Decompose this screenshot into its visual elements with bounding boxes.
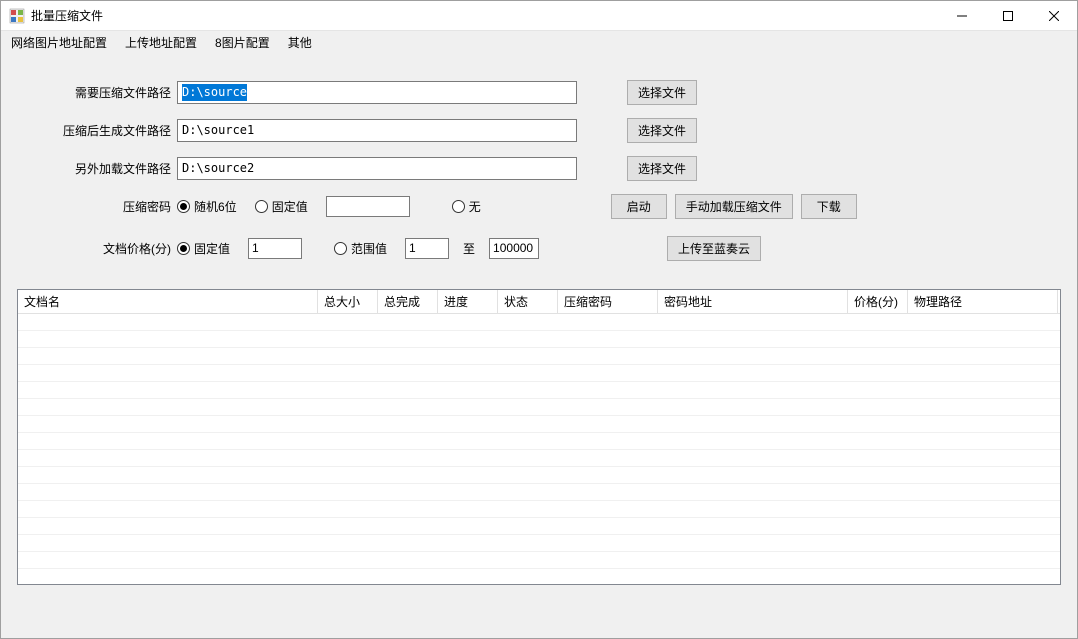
action-buttons-row2: 上传至蓝奏云 bbox=[667, 236, 761, 261]
price-range-from-input[interactable] bbox=[405, 238, 449, 259]
output-path-row: 压缩后生成文件路径 选择文件 bbox=[17, 117, 1061, 143]
password-random-option[interactable]: 随机6位 bbox=[177, 198, 237, 215]
column-header-progress[interactable]: 进度 bbox=[438, 290, 498, 313]
table-row bbox=[18, 416, 1060, 433]
source-path-label: 需要压缩文件路径 bbox=[17, 84, 177, 101]
window-title: 批量压缩文件 bbox=[31, 7, 103, 24]
extra-path-browse-button[interactable]: 选择文件 bbox=[627, 156, 697, 181]
menu-other[interactable]: 其他 bbox=[288, 31, 312, 55]
menu-upload-config[interactable]: 上传地址配置 bbox=[125, 31, 197, 55]
column-header-pwdaddr[interactable]: 密码地址 bbox=[658, 290, 848, 313]
radio-icon bbox=[255, 200, 268, 213]
start-button[interactable]: 启动 bbox=[611, 194, 667, 219]
output-path-input[interactable] bbox=[177, 119, 577, 142]
price-range-to-input[interactable] bbox=[489, 238, 539, 259]
price-range-to-label: 至 bbox=[463, 240, 475, 257]
upload-button[interactable]: 上传至蓝奏云 bbox=[667, 236, 761, 261]
price-range-option[interactable]: 范围值 bbox=[334, 240, 387, 257]
table-row bbox=[18, 433, 1060, 450]
table-row bbox=[18, 518, 1060, 535]
listview-header: 文档名总大小总完成进度状态压缩密码密码地址价格(分)物理路径 bbox=[18, 290, 1060, 314]
extra-path-label: 另外加载文件路径 bbox=[17, 160, 177, 177]
manual-load-button[interactable]: 手动加载压缩文件 bbox=[675, 194, 793, 219]
table-row bbox=[18, 314, 1060, 331]
output-path-browse-button[interactable]: 选择文件 bbox=[627, 118, 697, 143]
radio-icon bbox=[334, 242, 347, 255]
column-header-pwd[interactable]: 压缩密码 bbox=[558, 290, 658, 313]
download-button[interactable]: 下载 bbox=[801, 194, 857, 219]
price-radio-group: 固定值 范围值 至 bbox=[177, 238, 539, 259]
column-header-status[interactable]: 状态 bbox=[498, 290, 558, 313]
table-row bbox=[18, 450, 1060, 467]
column-header-name[interactable]: 文档名 bbox=[18, 290, 318, 313]
password-none-label: 无 bbox=[469, 198, 481, 215]
password-none-option[interactable]: 无 bbox=[452, 198, 481, 215]
menu-bar: 网络图片地址配置 上传地址配置 8图片配置 其他 bbox=[1, 31, 1077, 55]
price-fixed-input[interactable] bbox=[248, 238, 302, 259]
password-label: 压缩密码 bbox=[17, 198, 177, 215]
password-fixed-input[interactable] bbox=[326, 196, 410, 217]
close-button[interactable] bbox=[1031, 1, 1077, 31]
app-icon bbox=[9, 8, 25, 24]
output-path-label: 压缩后生成文件路径 bbox=[17, 122, 177, 139]
source-path-input[interactable]: D:\source bbox=[177, 81, 577, 104]
table-row bbox=[18, 501, 1060, 518]
form-area: 需要压缩文件路径 D:\source 选择文件 压缩后生成文件路径 选择文件 另… bbox=[1, 55, 1077, 283]
table-row bbox=[18, 535, 1060, 552]
minimize-button[interactable] bbox=[939, 1, 985, 31]
price-fixed-option[interactable]: 固定值 bbox=[177, 240, 230, 257]
listview-body bbox=[18, 314, 1060, 584]
table-row bbox=[18, 399, 1060, 416]
menu-network-image-config[interactable]: 网络图片地址配置 bbox=[11, 31, 107, 55]
table-row bbox=[18, 484, 1060, 501]
extra-path-input[interactable] bbox=[177, 157, 577, 180]
action-buttons-row1: 启动 手动加载压缩文件 下载 bbox=[611, 194, 857, 219]
password-row: 压缩密码 随机6位 固定值 无 启动 手动加载压缩文件 bbox=[17, 193, 1061, 219]
table-row bbox=[18, 331, 1060, 348]
source-path-value: D:\source bbox=[182, 84, 247, 101]
radio-icon bbox=[177, 242, 190, 255]
column-header-done[interactable]: 总完成 bbox=[378, 290, 438, 313]
column-header-size[interactable]: 总大小 bbox=[318, 290, 378, 313]
source-path-browse-button[interactable]: 选择文件 bbox=[627, 80, 697, 105]
source-path-row: 需要压缩文件路径 D:\source 选择文件 bbox=[17, 79, 1061, 105]
password-fixed-option[interactable]: 固定值 bbox=[255, 198, 308, 215]
title-bar: 批量压缩文件 bbox=[1, 1, 1077, 31]
table-row bbox=[18, 348, 1060, 365]
menu-8image-config[interactable]: 8图片配置 bbox=[215, 31, 270, 55]
table-row bbox=[18, 382, 1060, 399]
password-fixed-label: 固定值 bbox=[272, 198, 308, 215]
file-listview[interactable]: 文档名总大小总完成进度状态压缩密码密码地址价格(分)物理路径 bbox=[17, 289, 1061, 585]
price-row: 文档价格(分) 固定值 范围值 至 上传至蓝奏云 bbox=[17, 235, 1061, 261]
column-header-price[interactable]: 价格(分) bbox=[848, 290, 908, 313]
password-radio-group: 随机6位 固定值 无 bbox=[177, 196, 491, 217]
price-label: 文档价格(分) bbox=[17, 240, 177, 257]
price-range-label: 范围值 bbox=[351, 240, 387, 257]
password-random-label: 随机6位 bbox=[194, 198, 237, 215]
maximize-button[interactable] bbox=[985, 1, 1031, 31]
table-row bbox=[18, 365, 1060, 382]
table-row bbox=[18, 569, 1060, 584]
radio-icon bbox=[177, 200, 190, 213]
radio-icon bbox=[452, 200, 465, 213]
column-header-path[interactable]: 物理路径 bbox=[908, 290, 1058, 313]
price-fixed-label: 固定值 bbox=[194, 240, 230, 257]
main-window: 批量压缩文件 网络图片地址配置 上传地址配置 8图片配置 其他 需要压缩文件路径… bbox=[0, 0, 1078, 639]
table-row bbox=[18, 552, 1060, 569]
extra-path-row: 另外加载文件路径 选择文件 bbox=[17, 155, 1061, 181]
table-row bbox=[18, 467, 1060, 484]
